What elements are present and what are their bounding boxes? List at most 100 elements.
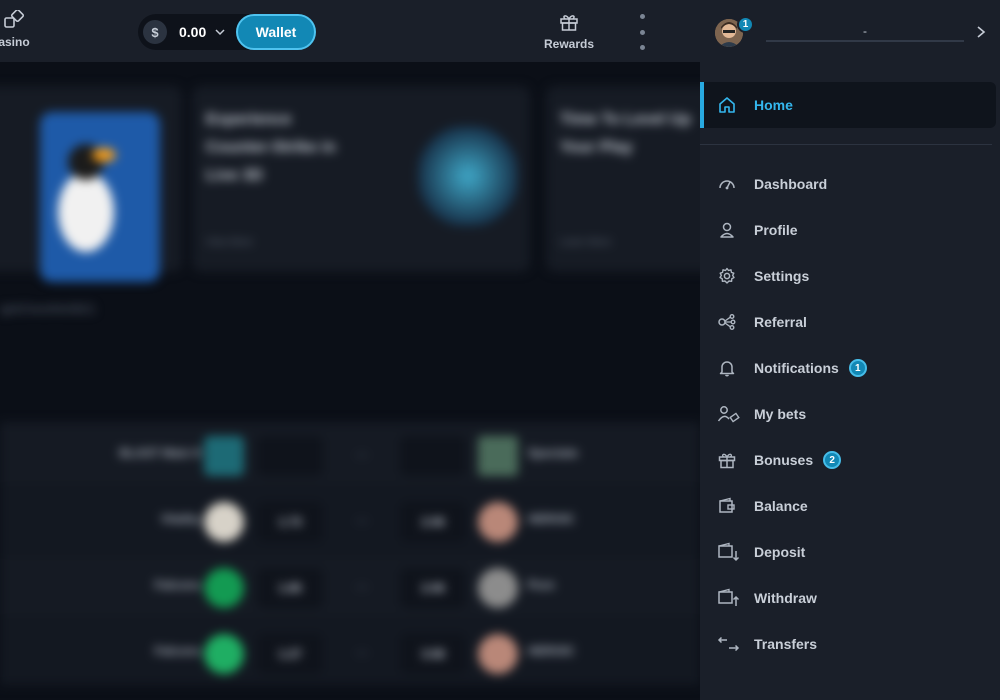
match-row[interactable]: Vitality 1.73 — 2.06 HEROIC bbox=[0, 488, 700, 554]
team2-name: Spectate bbox=[528, 446, 579, 460]
casino-label: asino bbox=[0, 35, 30, 49]
menu-item-settings[interactable]: Settings bbox=[700, 253, 1000, 299]
menu-item-label: Notifications bbox=[754, 360, 839, 376]
menu-item-label: Withdraw bbox=[754, 590, 817, 606]
notifications-count-badge: 1 bbox=[848, 359, 867, 377]
dashboard-icon bbox=[717, 174, 737, 194]
menu-item-transfers[interactable]: Transfers bbox=[700, 621, 1000, 667]
odd1-button[interactable] bbox=[257, 436, 323, 476]
gift-icon bbox=[560, 15, 578, 31]
home-icon bbox=[719, 97, 735, 113]
promo-title: Time To Level Up Your Play bbox=[560, 111, 691, 156]
wallet-icon bbox=[717, 496, 737, 516]
menu-item-label: Referral bbox=[754, 314, 807, 330]
promo-card: Experience Counter-Strike in Live 3D Vie… bbox=[192, 86, 530, 272]
odd2-button[interactable]: 2.06 bbox=[400, 568, 466, 608]
active-indicator bbox=[700, 82, 704, 128]
deposit-icon bbox=[717, 542, 741, 562]
avatar-notification-badge: 1 bbox=[737, 16, 754, 33]
menu-item-my-bets[interactable]: My bets bbox=[700, 391, 1000, 437]
rewards-nav-link[interactable]: Rewards bbox=[540, 12, 598, 51]
bonuses-count-badge: 2 bbox=[823, 451, 842, 469]
menu-item-label: My bets bbox=[754, 406, 807, 422]
promo-card bbox=[0, 86, 182, 282]
team1-logo bbox=[204, 502, 244, 542]
team2-name: Pure bbox=[528, 578, 555, 592]
chevron-right-icon[interactable] bbox=[975, 25, 987, 39]
team2-name: HEROIC bbox=[528, 644, 575, 658]
vs-separator: — bbox=[356, 579, 368, 593]
promo-more-link: View More bbox=[206, 237, 254, 248]
match-row[interactable]: BLAST Main 9 — Spectate bbox=[0, 422, 700, 488]
dice-icon bbox=[0, 8, 34, 32]
drawer-header[interactable]: 1 - bbox=[700, 0, 1000, 64]
transfer-icon bbox=[717, 634, 741, 654]
menu-item-label: Transfers bbox=[754, 636, 818, 652]
menu-item-label: Home bbox=[754, 97, 793, 113]
section-subtitle: ightCheckNo5821 bbox=[0, 302, 96, 316]
odd2-button[interactable]: 2.06 bbox=[400, 502, 466, 542]
team1-logo bbox=[204, 436, 244, 476]
team2-logo bbox=[478, 502, 518, 542]
menu-item-label: Deposit bbox=[754, 544, 806, 560]
user-icon bbox=[717, 220, 737, 240]
share-icon bbox=[717, 312, 737, 332]
menu-item-label: Balance bbox=[754, 498, 808, 514]
gift-icon bbox=[717, 450, 737, 470]
casino-nav-link[interactable]: asino bbox=[0, 8, 34, 49]
withdraw-icon bbox=[717, 588, 741, 608]
menu-item-withdraw[interactable]: Withdraw bbox=[700, 575, 1000, 621]
username: - bbox=[766, 25, 964, 42]
team2-name: HEROIC bbox=[528, 512, 575, 526]
odd1-button[interactable]: 1.73 bbox=[257, 502, 323, 542]
balance-amount: 0.00 bbox=[179, 24, 207, 40]
promo-title: Experience Counter-Strike in Live 3D bbox=[206, 111, 336, 184]
team1-name: Falcons bbox=[154, 578, 200, 592]
menu-item-home[interactable]: Home bbox=[700, 82, 996, 128]
penguin-illustration bbox=[10, 112, 160, 292]
vs-separator: — bbox=[356, 645, 368, 659]
top-bar: asino $ 0.00 Wallet Rewards bbox=[0, 0, 700, 62]
menu-item-label: Profile bbox=[754, 222, 798, 238]
team1-logo bbox=[204, 568, 244, 608]
menu-item-label: Dashboard bbox=[754, 176, 828, 192]
menu-item-balance[interactable]: Balance bbox=[700, 483, 1000, 529]
menu-item-notifications[interactable]: Notifications 1 bbox=[700, 345, 1000, 391]
menu-item-label: Settings bbox=[754, 268, 810, 284]
team1-name: BLAST Main 9 bbox=[119, 446, 200, 460]
menu-item-deposit[interactable]: Deposit bbox=[700, 529, 1000, 575]
match-row[interactable]: Falcons 1.85 — 2.06 Pure bbox=[0, 554, 700, 620]
user-ticket-icon bbox=[717, 404, 741, 424]
promo-more-link: Learn More bbox=[560, 237, 612, 248]
more-options-icon[interactable] bbox=[636, 14, 648, 50]
team2-logo bbox=[478, 436, 518, 476]
odd1-button[interactable]: 1.85 bbox=[257, 568, 323, 608]
gamer-illustration bbox=[408, 116, 532, 236]
team1-name: Vitality bbox=[160, 512, 200, 526]
bell-icon bbox=[717, 358, 737, 378]
chevron-down-icon bbox=[215, 29, 225, 36]
menu-item-dashboard[interactable]: Dashboard bbox=[700, 161, 1000, 207]
background-content: Experience Counter-Strike in Live 3D Vie… bbox=[0, 62, 700, 700]
wallet-button[interactable]: Wallet bbox=[236, 14, 316, 50]
promo-card: Time To Level Up Your Play Learn More bbox=[546, 86, 700, 272]
odd2-button[interactable] bbox=[400, 436, 466, 476]
odd2-button[interactable]: 3.58 bbox=[400, 634, 466, 674]
menu-item-label: Bonuses bbox=[754, 452, 814, 468]
menu-item-referral[interactable]: Referral bbox=[700, 299, 1000, 345]
team2-logo bbox=[478, 634, 518, 674]
gear-icon bbox=[717, 266, 737, 286]
match-row[interactable]: Falcons 1.27 — 3.58 HEROIC bbox=[0, 620, 700, 686]
team1-logo bbox=[204, 634, 244, 674]
vs-separator: — bbox=[356, 447, 368, 461]
match-list: BLAST Main 9 — Spectate Vitality 1.73 — … bbox=[0, 422, 700, 686]
divider bbox=[700, 144, 992, 145]
dollar-icon: $ bbox=[143, 20, 167, 44]
menu-item-profile[interactable]: Profile bbox=[700, 207, 1000, 253]
drawer-menu: Dashboard Profile Settings Referral Noti… bbox=[700, 161, 1000, 667]
team2-logo bbox=[478, 568, 518, 608]
odd1-button[interactable]: 1.27 bbox=[257, 634, 323, 674]
user-menu-drawer: 1 - Home Dashboard Profile Settings Refe… bbox=[700, 0, 1000, 700]
rewards-label: Rewards bbox=[543, 37, 595, 51]
menu-item-bonuses[interactable]: Bonuses 2 bbox=[700, 437, 1000, 483]
